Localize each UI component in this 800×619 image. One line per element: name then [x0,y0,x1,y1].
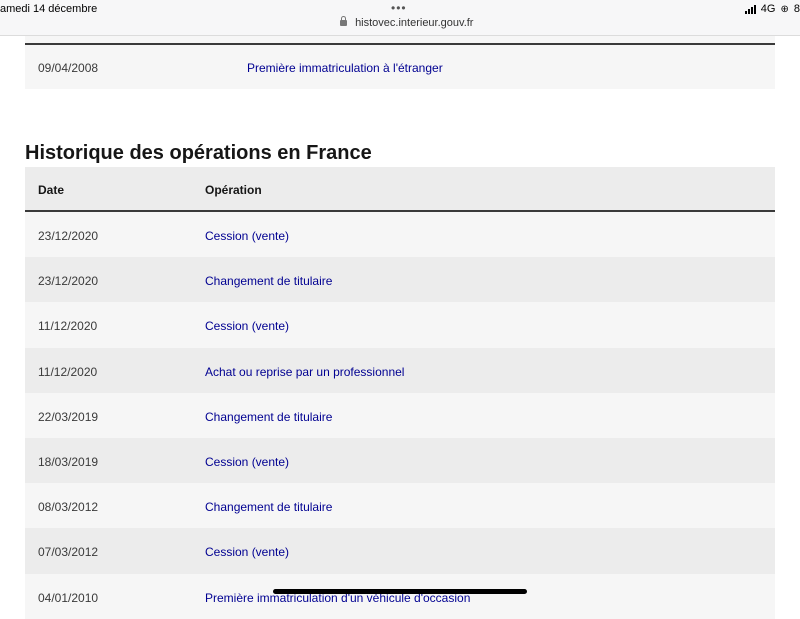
table-header-rule [25,43,775,45]
france-operations-table: Date Opération 23/12/2020 Cession (vente)… [25,167,775,619]
lock-icon [340,16,347,26]
row-operation-link[interactable]: Première immatriculation à l'étranger [247,61,443,75]
row-date: 11/12/2020 [38,319,98,334]
cellular-signal-icon [744,4,756,14]
header-date: Date [38,183,65,197]
orientation-lock-icon: ⊕ [780,3,789,15]
table-body: 23/12/2020 Cession (vente) 23/12/2020 Chang… [25,212,775,619]
table-row: 18/03/2019 Cession (vente) [25,437,775,484]
table-row: 23/12/2020 Changement de titulaire [25,257,775,303]
table-row: 07/03/2012 Cession (vente) [25,528,775,574]
row-operation-link[interactable]: Achat ou reprise par un professionnel [205,365,404,379]
row-date: 09/04/2008 [38,61,99,75]
status-time: amedi 14 décembre [0,3,98,15]
status-indicators: 4G ⊕ 8 [744,3,800,15]
battery-percent: 8 [793,3,800,15]
home-indicator[interactable] [273,589,527,594]
row-date: 23/12/2020 [38,274,99,289]
header-operation: Opération [205,183,262,197]
foreign-history-table: 09/04/2008 Première immatriculation à l'… [25,36,775,89]
section-title: Historique des opérations en France [25,142,372,164]
row-date: 07/03/2012 [38,545,99,560]
tab-dots-icon[interactable]: ••• [391,1,407,15]
table-row: 23/12/2020 Cession (vente) [25,212,775,258]
address-bar[interactable]: histovec.interieur.gouv.fr [340,16,474,29]
row-operation-link[interactable]: Cession (vente) [205,455,289,469]
row-operation-link[interactable]: Cession (vente) [205,545,289,559]
row-date: 08/03/2012 [38,500,99,515]
row-date: 22/03/2019 [38,409,99,424]
table-row: 04/01/2010 Première immatriculation d'un … [25,573,775,619]
row-operation-link[interactable]: Changement de titulaire [205,274,332,288]
table-row: 11/12/2020 Cession (vente) [25,302,775,348]
row-operation-link[interactable]: Cession (vente) [205,319,289,333]
address-url: histovec.interieur.gouv.fr [355,17,474,29]
row-date: 18/03/2019 [38,454,99,469]
row-operation-link[interactable]: Changement de titulaire [205,500,332,514]
row-date: 04/01/2010 [38,590,99,605]
table-header: Date Opération [25,167,775,212]
table-row: 22/03/2019 Changement de titulaire [25,392,775,438]
row-date: 11/12/2020 [38,364,98,379]
row-operation-link[interactable]: Changement de titulaire [205,410,332,424]
status-bar: amedi 14 décembre ••• histovec.interieur… [0,0,800,36]
row-operation-link[interactable]: Cession (vente) [205,229,289,243]
row-date: 23/12/2020 [38,229,99,243]
table-row: 11/12/2020 Achat ou reprise par un profes… [25,347,775,393]
network-type: 4G [760,3,776,15]
table-row: 08/03/2012 Changement de titulaire [25,483,775,529]
